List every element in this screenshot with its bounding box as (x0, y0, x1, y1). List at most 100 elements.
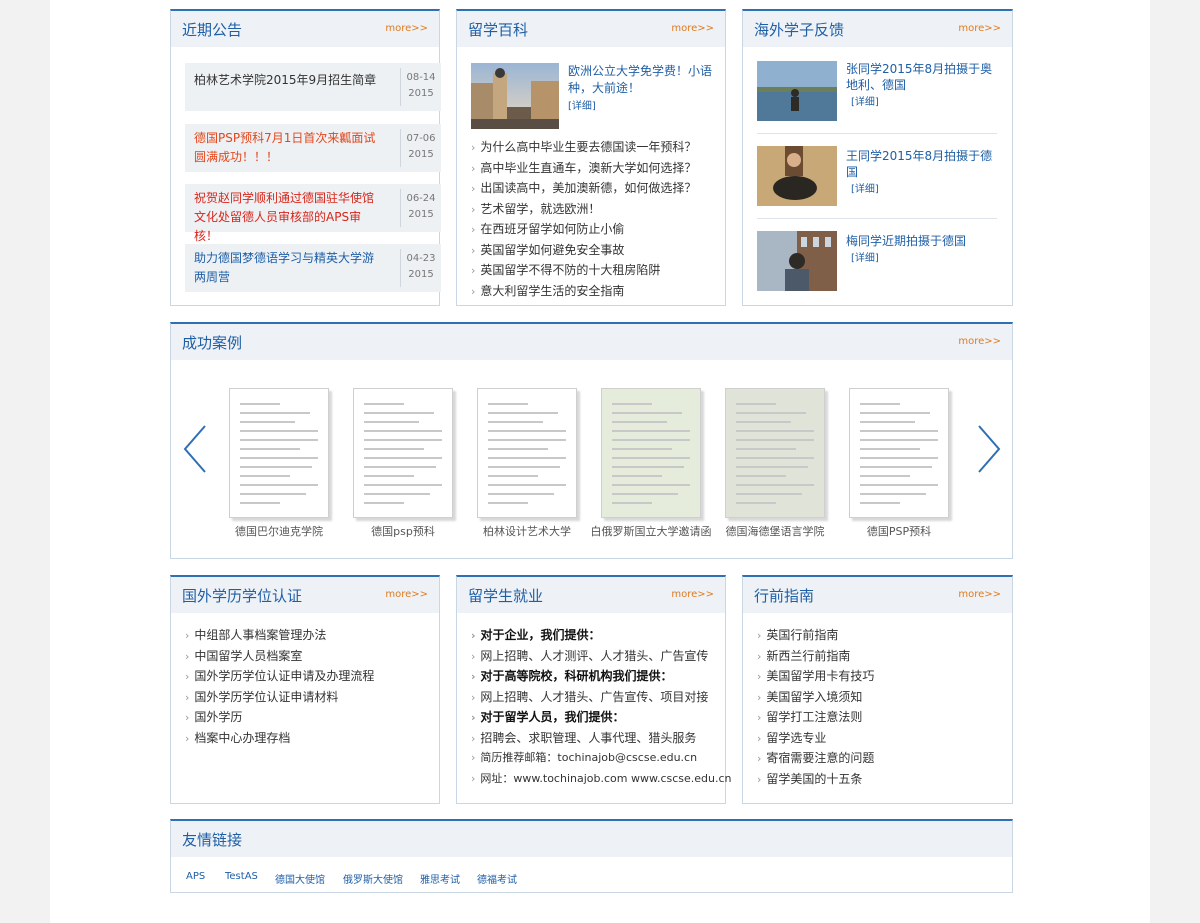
degree-more-link[interactable]: more>> (385, 589, 428, 600)
list-item[interactable]: › 英国留学不得不防的十大租房陷阱 (471, 260, 721, 281)
feedback-more-link[interactable]: more>> (958, 23, 1001, 34)
list-item[interactable]: › 出国读高中，美加澳新德，如何做选择？ (471, 178, 721, 199)
arrow-icon: › (471, 284, 476, 298)
arrow-icon: › (471, 243, 476, 257)
list-item[interactable]: › 国外学历学位认证申请及办理流程 (185, 666, 435, 687)
document-text-line (736, 475, 786, 477)
notice-title[interactable]: 柏林艺术学院2015年9月招生简章 (194, 71, 384, 90)
document-text-line (364, 412, 434, 414)
list-item[interactable]: › 简历推荐邮箱：tochinajob@cscse.edu.cn (471, 748, 721, 769)
degree-panel: 国外学历学位认证 more>> › 中组部人事档案管理办法 › 中国留学人员档案室 … (170, 575, 440, 804)
certificate-thumbnail[interactable] (477, 388, 577, 518)
list-item[interactable]: › 英国留学如何避免安全事故 (471, 240, 721, 261)
case-label[interactable]: 德国PSP预科 (819, 523, 979, 539)
friend-link[interactable]: 雅思考试 (420, 871, 460, 886)
document-text-line (860, 475, 910, 477)
list-item[interactable]: › 新西兰行前指南 (757, 646, 1007, 667)
feedback-caption[interactable]: 王同学2015年8月拍摄于德国 [详细] (846, 148, 996, 198)
notices-more-link[interactable]: more>> (385, 23, 428, 34)
document-text-line (488, 448, 548, 450)
document-text-line (488, 430, 566, 432)
feedback-item[interactable]: 王同学2015年8月拍摄于德国 [详细] (757, 146, 997, 208)
certificate-thumbnail[interactable] (725, 388, 825, 518)
notice-title[interactable]: 德国PSP预科7月1日首次来瓤面试圆满成功！！！ (194, 129, 384, 167)
friend-link[interactable]: TestAS (225, 871, 258, 882)
student-photo[interactable] (757, 61, 837, 121)
document-text-line (860, 502, 900, 504)
document-text-line (488, 466, 560, 468)
feedback-detail-link[interactable]: [详细] (851, 253, 879, 264)
certificate-thumbnail[interactable] (849, 388, 949, 518)
list-item[interactable]: › 意大利留学生活的安全指南 (471, 281, 721, 302)
student-photo[interactable] (757, 146, 837, 206)
notice-date: 04-23 2015 (400, 249, 441, 287)
certificate-thumbnail[interactable] (601, 388, 701, 518)
certificate-thumbnail[interactable] (353, 388, 453, 518)
list-item[interactable]: › 留学打工注意法则 (757, 707, 1007, 728)
document-text-line (364, 421, 419, 423)
document-text-line (612, 439, 690, 441)
document-text-line (612, 403, 652, 405)
feedback-item[interactable]: 梅同学近期拍摄于德国 [详细] (757, 231, 997, 293)
list-item[interactable]: › 国外学历学位认证申请材料 (185, 687, 435, 708)
document-text-line (736, 466, 808, 468)
featured-city-image[interactable] (471, 63, 559, 129)
list-item[interactable]: › 美国留学用卡有技巧 (757, 666, 1007, 687)
notice-date: 08-14 2015 (400, 68, 441, 106)
list-item[interactable]: › 在西班牙留学如何防止小偷 (471, 219, 721, 240)
employment-more-link[interactable]: more>> (671, 589, 714, 600)
guide-more-link[interactable]: more>> (958, 589, 1001, 600)
friend-links-panel: 友情链接 APS TestAS 德国大使馆 俄罗斯大使馆 雅思考试 德福考试 (170, 819, 1013, 893)
document-text-line (612, 421, 667, 423)
featured-article-title[interactable]: 欧洲公立大学免学费！小语种，大前途！ [详细] (568, 63, 713, 115)
list-item[interactable]: › 为什么高中毕业生要去德国读一年预科？ (471, 137, 721, 158)
document-text-line (860, 493, 926, 495)
list-item[interactable]: › 留学美国的十五条 (757, 769, 1007, 790)
list-item[interactable]: › 寄宿需要注意的问题 (757, 748, 1007, 769)
student-photo[interactable] (757, 231, 837, 291)
friend-link[interactable]: 德福考试 (477, 871, 517, 886)
list-item[interactable]: › 英国行前指南 (757, 625, 1007, 646)
list-item[interactable]: › 档案中心办理存档 (185, 728, 435, 749)
list-item: › 对于留学人员，我们提供： (471, 710, 625, 724)
list-item[interactable]: › 美国留学入境须知 (757, 687, 1007, 708)
feedback-title: 海外学子反馈 (754, 21, 845, 39)
friend-link[interactable]: 德国大使馆 (275, 871, 325, 886)
friend-links-header: 友情链接 (171, 821, 1012, 857)
degree-list: › 中组部人事档案管理办法 › 中国留学人员档案室 › 国外学历学位认证申请及办理流程… (185, 625, 435, 748)
friend-link[interactable]: APS (186, 871, 205, 882)
list-item[interactable]: › 中组部人事档案管理办法 (185, 625, 435, 646)
list-item[interactable]: › 高中毕业生直通车，澳新大学如何选择？ (471, 158, 721, 179)
notice-item[interactable]: 祝贺赵同学顺利通过德国驻华使馆文化处留德人员审核部的APS审核！ 06-24 20… (185, 184, 441, 243)
arrow-icon: › (471, 690, 476, 704)
document-text-line (488, 457, 566, 459)
list-item[interactable]: › 网址：www.tochinajob.com www.cscse.edu.cn (471, 769, 732, 790)
list-item: › 对于高等院校，科研机构我们提供： (471, 669, 673, 683)
employment-title: 留学生就业 (468, 587, 544, 605)
feedback-caption[interactable]: 张同学2015年8月拍摄于奥地利、德国 [详细] (846, 61, 996, 111)
feedback-detail-link[interactable]: [详细] (851, 97, 879, 108)
arrow-icon: › (757, 752, 762, 765)
list-item[interactable]: › 艺术留学，就选欧洲！ (471, 199, 721, 220)
chevron-left-icon[interactable] (181, 424, 211, 474)
notice-item[interactable]: 柏林艺术学院2015年9月招生简章 08-14 2015 (185, 63, 441, 111)
certificate-thumbnail[interactable] (229, 388, 329, 518)
notice-title[interactable]: 助力德国梦德语学习与精英大学游两周营 (194, 249, 384, 287)
notice-item[interactable]: 助力德国梦德语学习与精英大学游两周营 04-23 2015 (185, 244, 441, 292)
cases-more-link[interactable]: more>> (958, 336, 1001, 347)
document-text-line (860, 439, 938, 441)
chevron-right-icon[interactable] (973, 424, 1003, 474)
feedback-item[interactable]: 张同学2015年8月拍摄于奥地利、德国 [详细] (757, 61, 997, 123)
notice-item[interactable]: 德国PSP预科7月1日首次来瓤面试圆满成功！！！ 07-06 2015 (185, 124, 441, 172)
list-item[interactable]: › 中国留学人员档案室 (185, 646, 435, 667)
document-text-line (612, 430, 690, 432)
encyclopedia-more-link[interactable]: more>> (671, 23, 714, 34)
feedback-caption[interactable]: 梅同学近期拍摄于德国 [详细] (846, 233, 996, 267)
feedback-detail-link[interactable]: [详细] (851, 184, 879, 195)
featured-detail-link[interactable]: [详细] (568, 101, 596, 112)
notice-title[interactable]: 祝贺赵同学顺利通过德国驻华使馆文化处留德人员审核部的APS审核！ (194, 189, 384, 246)
list-item[interactable]: › 国外学历 (185, 707, 435, 728)
list-item[interactable]: › 留学选专业 (757, 728, 1007, 749)
friend-link[interactable]: 俄罗斯大使馆 (343, 871, 403, 886)
arrow-icon: › (757, 711, 762, 724)
